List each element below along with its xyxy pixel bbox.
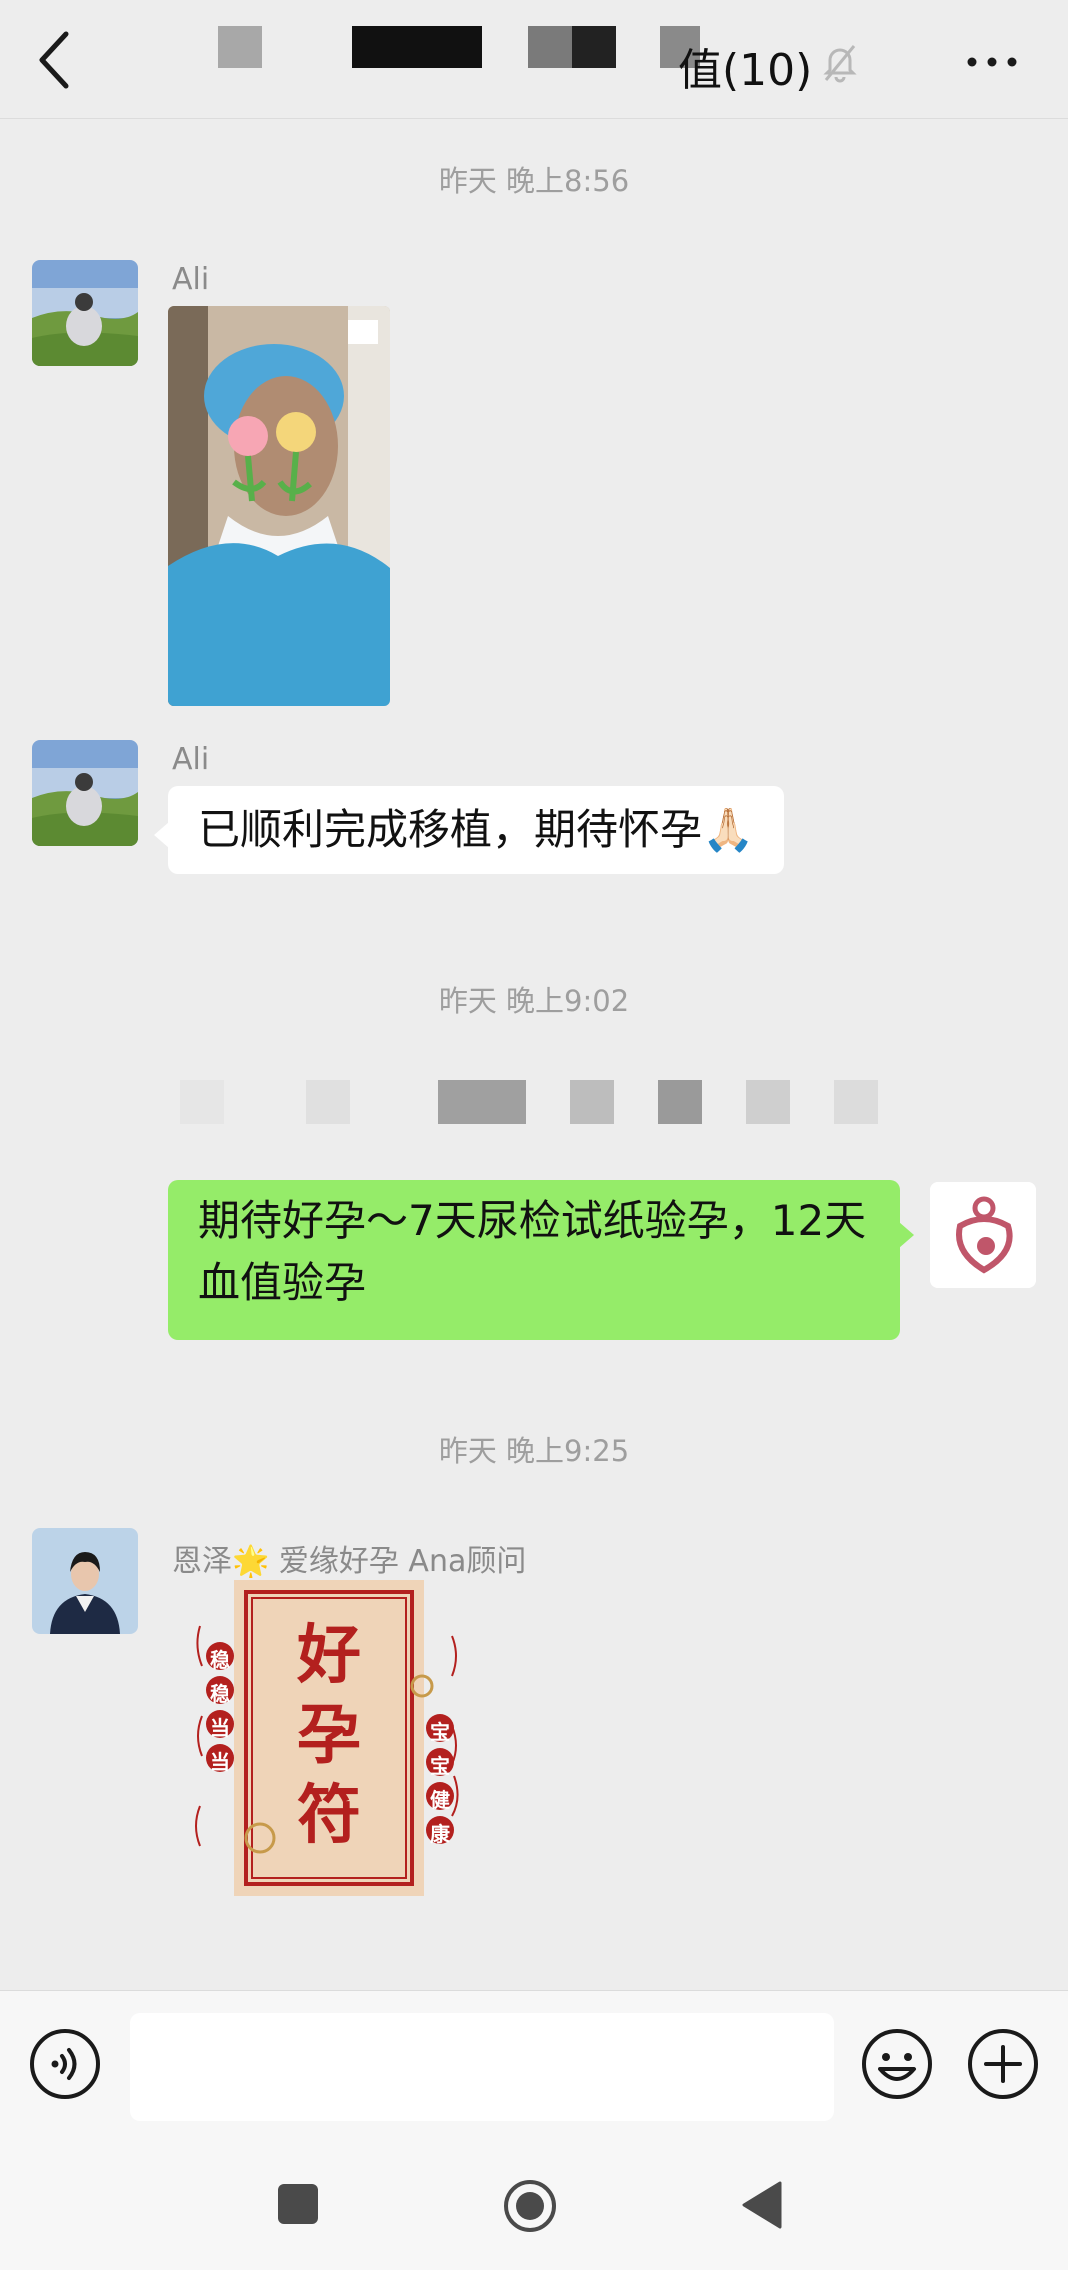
home-button[interactable] <box>502 2178 558 2234</box>
triangle-back-icon <box>742 2181 782 2229</box>
circle-icon <box>504 2180 556 2232</box>
timestamp: 昨天 晚上9:25 <box>438 1434 630 1468</box>
recent-apps-button[interactable] <box>276 2182 320 2226</box>
sender-name: Ali <box>172 262 210 297</box>
voice-button[interactable] <box>28 2027 102 2101</box>
sticker-message[interactable]: 好孕符 稳稳当当 宝宝健康 <box>190 1576 470 1900</box>
sender-name: 恩泽🌟 爱缘好孕 Ana顾问 <box>172 1544 527 1579</box>
avatar[interactable] <box>930 1182 1036 1288</box>
system-nav-bar <box>0 2140 1068 2270</box>
sticker-left-text: 稳稳当当 <box>210 1648 230 1774</box>
text-message[interactable]: 已顺利完成移植，期待怀孕🙏🏻 <box>153 786 785 874</box>
photo-message[interactable] <box>168 306 390 706</box>
chevron-left-icon <box>39 31 69 89</box>
redacted-block <box>746 1080 790 1124</box>
sticker-right-text: 宝宝健康 <box>430 1720 450 1846</box>
avatar[interactable] <box>32 1528 138 1634</box>
more-button[interactable] <box>962 40 1022 80</box>
more-dots-icon <box>967 57 1017 67</box>
redacted-block <box>572 26 616 68</box>
input-bar <box>0 1990 1068 2141</box>
sticker-title: 好孕符 <box>297 1618 361 1853</box>
redacted-block <box>352 26 482 68</box>
redacted-block <box>528 26 572 68</box>
chat-header: 值(10) <box>0 0 1068 119</box>
brand-logo <box>930 1182 1036 1288</box>
message-text: 已顺利完成移植，期待怀孕🙏🏻 <box>198 805 755 854</box>
redacted-block <box>658 1080 702 1124</box>
sender-name: Ali <box>172 742 210 777</box>
redacted-block <box>306 1080 350 1124</box>
avatar[interactable] <box>32 260 138 366</box>
text-message-outgoing[interactable]: 期待好孕～7天尿检试纸验孕，12天血值验孕 <box>168 1180 914 1340</box>
redacted-block <box>218 26 262 68</box>
square-icon <box>278 2184 318 2224</box>
emoji-button[interactable] <box>860 2027 934 2101</box>
message-text: 期待好孕～7天尿检试纸验孕，12天血值验孕 <box>198 1196 867 1307</box>
emoji-icon <box>862 2029 932 2099</box>
back-button[interactable] <box>30 28 86 92</box>
timestamp: 昨天 晚上9:02 <box>438 984 630 1018</box>
redacted-block <box>834 1080 878 1124</box>
back-nav-button[interactable] <box>740 2180 784 2230</box>
chat-title: 值(10) <box>678 45 813 96</box>
timestamp: 昨天 晚上8:56 <box>438 164 630 198</box>
redacted-block <box>180 1080 224 1124</box>
redacted-block <box>570 1080 614 1124</box>
plus-icon <box>968 2029 1038 2099</box>
message-input[interactable] <box>130 2013 834 2121</box>
redacted-block <box>438 1080 526 1124</box>
bell-off-icon <box>820 40 860 84</box>
plus-button[interactable] <box>966 2027 1040 2101</box>
avatar[interactable] <box>32 740 138 846</box>
voice-icon <box>30 2029 100 2099</box>
